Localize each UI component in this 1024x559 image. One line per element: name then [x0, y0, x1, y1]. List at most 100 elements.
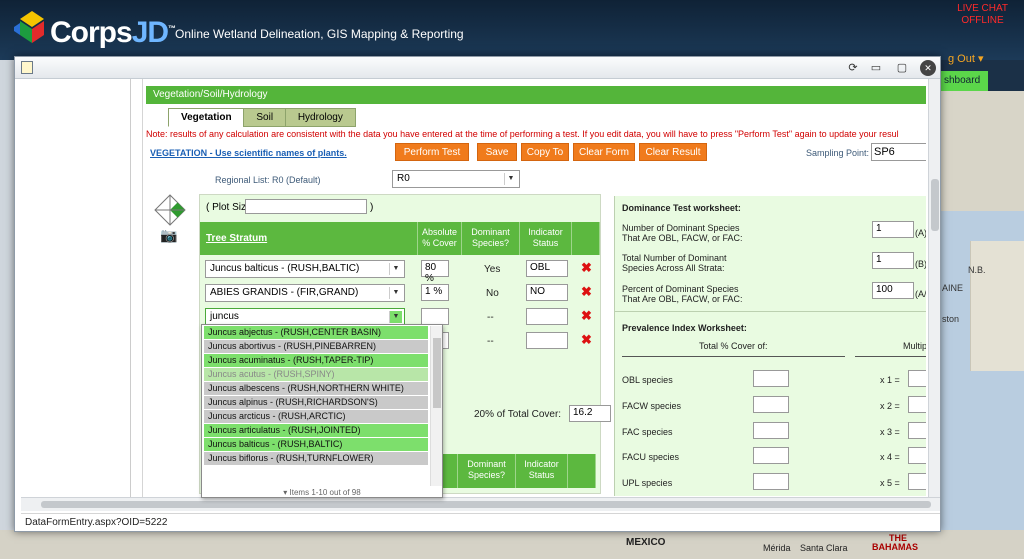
autocomplete-option[interactable]: Juncus acuminatus - (RUSH,TAPER-TIP): [204, 354, 428, 367]
background-left-strip: [0, 60, 15, 530]
chevron-down-icon: ▼: [389, 287, 402, 299]
species-select[interactable]: ABIES GRANDIS - (FIR,GRAND) ▼: [205, 284, 405, 302]
camera-icon[interactable]: 📷: [160, 227, 177, 244]
maximize-icon[interactable]: ▢: [894, 60, 910, 76]
cover-input[interactable]: 1 %: [421, 284, 449, 301]
multiplier-label: x 5 =: [880, 478, 900, 488]
live-chat-status[interactable]: LIVE CHAT OFFLINE: [957, 3, 1008, 27]
save-button[interactable]: Save: [477, 143, 517, 161]
divider: [615, 311, 926, 312]
clear-form-button[interactable]: Clear Form: [573, 143, 635, 161]
chevron-down-icon: ▼: [389, 263, 402, 275]
facu-product-input[interactable]: [908, 447, 926, 464]
cover-input[interactable]: [421, 308, 449, 325]
obl-product-input[interactable]: [908, 370, 926, 387]
facw-product-input[interactable]: [908, 396, 926, 413]
species-autocomplete-list: Juncus abjectus - (RUSH,CENTER BASIN) Ju…: [201, 324, 443, 498]
tab-hydrology[interactable]: Hydrology: [284, 108, 356, 127]
map-label: Santa Clara: [800, 543, 848, 553]
autocomplete-option[interactable]: Juncus balticus - (RUSH,BALTIC): [204, 438, 428, 451]
indicator-status-header: Indicator Status: [516, 454, 568, 488]
divider: [622, 356, 845, 357]
clear-result-button[interactable]: Clear Result: [639, 143, 707, 161]
delete-row-icon[interactable]: ✖: [581, 308, 592, 324]
stratum-diamond-icon[interactable]: [154, 194, 186, 226]
autocomplete-pager[interactable]: ▾ Items 1-10 out of 98: [202, 488, 442, 498]
perform-test-button[interactable]: Perform Test: [395, 143, 469, 161]
fac-cover-input[interactable]: [753, 422, 789, 439]
background-map: N.B. AINE ston: [940, 91, 1024, 531]
delete-row-icon[interactable]: ✖: [581, 332, 592, 348]
dashboard-tab[interactable]: shboard: [940, 71, 988, 91]
logout-link[interactable]: g Out ▾: [948, 52, 983, 65]
map-label: MEXICO: [626, 537, 666, 548]
species-select[interactable]: Juncus balticus - (RUSH,BALTIC) ▼: [205, 260, 405, 278]
horizontal-scrollbar[interactable]: [21, 497, 940, 511]
facw-species-label: FACW species: [622, 401, 682, 411]
prevalence-title: Prevalence Index Worksheet:: [622, 323, 747, 333]
obl-species-label: OBL species: [622, 375, 673, 385]
upl-cover-input[interactable]: [753, 473, 789, 490]
multiply-by-header: Multiply b: [903, 341, 926, 351]
dominant-value: Yes: [484, 264, 501, 275]
cover-input[interactable]: 80 %: [421, 260, 449, 284]
upl-species-label: UPL species: [622, 478, 673, 488]
corpsjd-logo-icon: [14, 11, 44, 43]
site-header: CorpsJD™ Online Wetland Delineation, GIS…: [0, 0, 1024, 60]
fac-species-label: FAC species: [622, 427, 673, 437]
facu-cover-input[interactable]: [753, 447, 789, 464]
indicator-input[interactable]: [526, 308, 568, 325]
total-dominant-label: Total Number of Dominant Species Across A…: [622, 253, 727, 273]
delete-row-icon[interactable]: ✖: [581, 284, 592, 300]
total-dominant-input[interactable]: 1: [872, 252, 914, 269]
document-icon: [21, 61, 33, 74]
vertical-scrollbar[interactable]: [928, 79, 940, 497]
indicator-input[interactable]: NO: [526, 284, 568, 301]
map-label: Mérida: [763, 543, 791, 553]
sampling-point-input[interactable]: SP6: [871, 143, 926, 161]
autocomplete-option[interactable]: Juncus acutus - (RUSH,SPINY): [204, 368, 428, 381]
copy-to-button[interactable]: Copy To: [521, 143, 569, 161]
refresh-icon[interactable]: ⟳: [845, 60, 861, 76]
autocomplete-option[interactable]: Juncus albescens - (RUSH,NORTHERN WHITE): [204, 382, 428, 395]
tag-b: (B): [915, 259, 926, 269]
delete-row-icon[interactable]: ✖: [581, 260, 592, 276]
vegetation-help-link[interactable]: VEGETATION - Use scientific names of pla…: [150, 148, 347, 158]
minimize-icon[interactable]: ▭: [868, 60, 884, 76]
dominant-obl-input[interactable]: 1: [872, 221, 914, 238]
obl-cover-input[interactable]: [753, 370, 789, 387]
twenty-percent-input[interactable]: 16.2: [569, 405, 611, 422]
site-tagline: Online Wetland Delineation, GIS Mapping …: [175, 27, 464, 41]
multiplier-label: x 2 =: [880, 401, 900, 411]
upl-product-input[interactable]: [908, 473, 926, 490]
fac-product-input[interactable]: [908, 422, 926, 439]
autocomplete-scrollbar[interactable]: [430, 326, 442, 486]
autocomplete-option[interactable]: Juncus arcticus - (RUSH,ARCTIC): [204, 410, 428, 423]
tree-stratum-header[interactable]: Tree Stratum: [200, 222, 418, 255]
tab-soil[interactable]: Soil: [243, 108, 287, 127]
indicator-input[interactable]: OBL: [526, 260, 568, 277]
delete-column-header: [572, 222, 600, 255]
close-icon[interactable]: ✕: [920, 60, 936, 76]
tag-ab: (A/B): [915, 289, 926, 299]
tab-vegetation[interactable]: Vegetation: [168, 108, 245, 127]
sampling-point-label: Sampling Point:: [806, 148, 870, 158]
plot-size-input[interactable]: [245, 199, 367, 214]
section-title: Vegetation/Soil/Hydrology: [146, 86, 926, 104]
autocomplete-option[interactable]: Juncus alpinus - (RUSH,RICHARDSON'S): [204, 396, 428, 409]
autocomplete-option[interactable]: Juncus abjectus - (RUSH,CENTER BASIN): [204, 326, 428, 339]
autocomplete-option[interactable]: Juncus biflorus - (RUSH,TURNFLOWER): [204, 452, 428, 465]
dominant-species-header: Dominant Species?: [462, 222, 520, 255]
facw-cover-input[interactable]: [753, 396, 789, 413]
autocomplete-option[interactable]: Juncus abortivus - (RUSH,PINEBARREN): [204, 340, 428, 353]
percent-dominant-input[interactable]: 100: [872, 282, 914, 299]
delete-column-header: [568, 454, 596, 488]
dominant-value: No: [486, 288, 499, 299]
indicator-input[interactable]: [526, 332, 568, 349]
background-map-bottom: MEXICO Mérida Santa Clara THE BAHAMAS: [0, 530, 1024, 559]
map-label: ston: [942, 314, 960, 324]
autocomplete-option[interactable]: Juncus articulatus - (RUSH,JOINTED): [204, 424, 428, 437]
dominant-species-header: Dominant Species?: [458, 454, 516, 488]
regional-list-select[interactable]: R0 ▼: [392, 170, 520, 188]
chevron-down-icon: ▼: [389, 311, 402, 323]
